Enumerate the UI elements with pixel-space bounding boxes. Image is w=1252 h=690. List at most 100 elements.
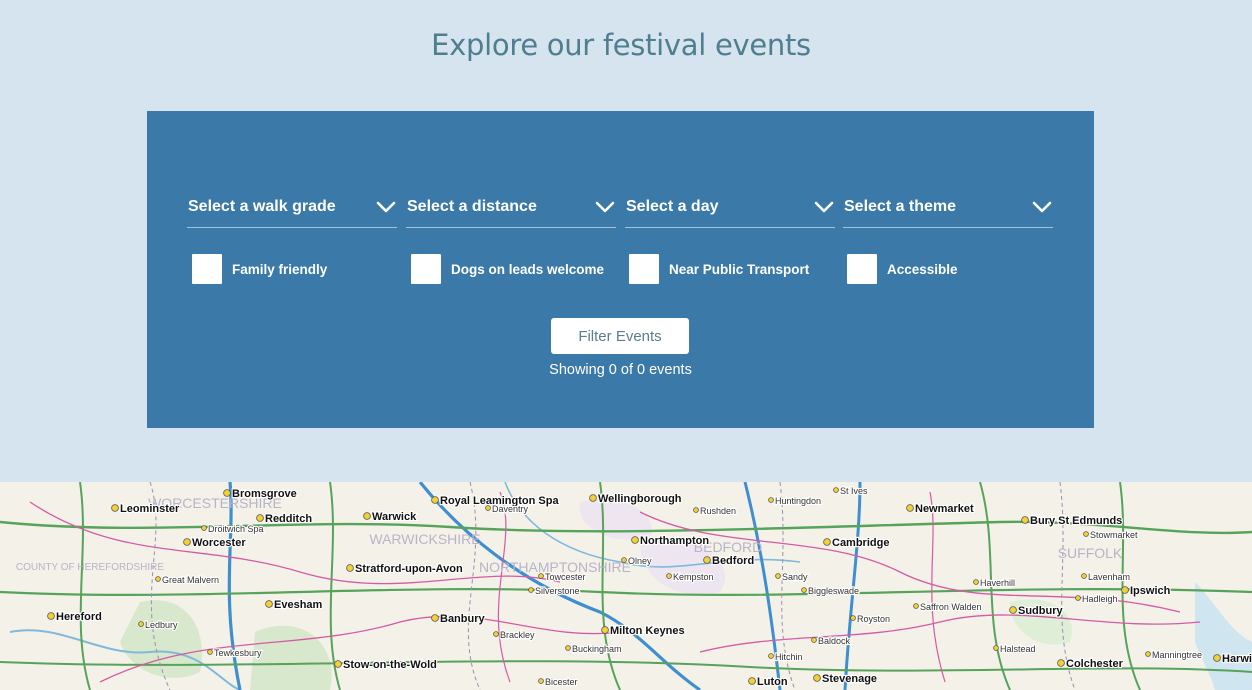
town-dot bbox=[138, 621, 144, 627]
chevron-down-icon bbox=[376, 201, 396, 213]
family-friendly-checkbox[interactable] bbox=[192, 254, 222, 284]
map-place-label: Tewkesbury bbox=[214, 648, 262, 658]
town-dot bbox=[493, 631, 499, 637]
map-place-label: Bicester bbox=[545, 677, 578, 687]
map-place-label: Ipswich bbox=[1130, 585, 1171, 597]
town-dot bbox=[666, 573, 672, 579]
map-place-marker: Biggleswade bbox=[801, 585, 860, 597]
town-dot bbox=[1081, 573, 1087, 579]
map-place-marker: Redditch bbox=[256, 512, 313, 526]
results-count: Showing 0 of 0 events bbox=[549, 362, 692, 378]
map-place-label: Brackley bbox=[500, 630, 535, 640]
town-dot bbox=[1021, 516, 1029, 524]
map-place-marker: Leominster bbox=[111, 502, 181, 516]
chevron-down-icon bbox=[595, 201, 615, 213]
town-dot bbox=[601, 626, 609, 634]
map-place-label: Colchester bbox=[1066, 658, 1124, 670]
town-dot bbox=[1121, 586, 1129, 594]
town-dot bbox=[256, 514, 264, 522]
chevron-down-icon bbox=[1032, 201, 1052, 213]
town-dot bbox=[565, 645, 571, 651]
theme-select[interactable]: Select a theme bbox=[843, 197, 1053, 228]
map-place-marker: Bury St Edmunds bbox=[1021, 514, 1123, 528]
distance-select-label: Select a distance bbox=[407, 198, 537, 215]
events-map[interactable]: WORCESTERSHIRE WARWICKSHIRE NORTHAMPTONSHI… bbox=[0, 482, 1252, 690]
map-place-label: Manningtree bbox=[1152, 650, 1202, 660]
map-place-label: Bedford bbox=[712, 555, 754, 567]
map-place-label: Stevenage bbox=[822, 673, 877, 685]
map-place-marker: Hereford bbox=[47, 610, 103, 624]
map-place-marker: Bicester bbox=[538, 676, 579, 688]
map-place-marker: Stratford-upon-Avon bbox=[346, 562, 464, 576]
public-transport-checkbox[interactable] bbox=[629, 254, 659, 284]
town-dot bbox=[111, 504, 119, 512]
accessible-option[interactable]: Accessible bbox=[847, 254, 958, 284]
town-dot bbox=[223, 489, 231, 497]
map-place-marker: Silverstone bbox=[528, 585, 581, 597]
map-place-marker: Stevenage bbox=[813, 672, 878, 686]
map-region-label: SUFFOLK bbox=[1058, 545, 1123, 561]
map-region-label: WARWICKSHIRE bbox=[369, 531, 480, 547]
theme-select-label: Select a theme bbox=[844, 198, 957, 215]
map-place-label: Stow-on-the-Wold bbox=[343, 659, 437, 671]
map-place-label: Halstead bbox=[1000, 644, 1036, 654]
map-place-label: Wellingborough bbox=[598, 493, 682, 505]
map-place-label: Stowmarket bbox=[1090, 530, 1138, 540]
map-place-label: Kempston bbox=[673, 572, 714, 582]
map-place-marker: Huntingdon bbox=[768, 495, 822, 507]
town-dot bbox=[1075, 595, 1081, 601]
town-dot bbox=[1145, 651, 1151, 657]
map-place-marker: Ledbury bbox=[138, 619, 179, 631]
map-place-label: Saffron Walden bbox=[920, 602, 982, 612]
map-canvas[interactable]: WORCESTERSHIREWARWICKSHIRENORTHAMPTONSHI… bbox=[0, 482, 1252, 690]
map-place-label: Biggleswade bbox=[808, 586, 859, 596]
filter-events-button[interactable]: Filter Events bbox=[551, 318, 689, 354]
public-transport-option[interactable]: Near Public Transport bbox=[629, 254, 809, 284]
accessible-checkbox[interactable] bbox=[847, 254, 877, 284]
map-place-label: Newmarket bbox=[915, 503, 974, 515]
town-dot bbox=[993, 645, 999, 651]
town-dot bbox=[47, 612, 55, 620]
town-dot bbox=[801, 587, 807, 593]
map-place-marker: Daventry bbox=[485, 503, 530, 515]
town-dot bbox=[201, 525, 207, 531]
map-place-label: St Ives bbox=[840, 486, 868, 496]
map-place-label: Daventry bbox=[492, 504, 529, 514]
walk-grade-select[interactable]: Select a walk grade bbox=[187, 197, 397, 228]
map-place-label: Cambridge bbox=[832, 537, 889, 549]
distance-select[interactable]: Select a distance bbox=[406, 197, 616, 228]
chevron-down-icon bbox=[814, 201, 834, 213]
filter-panel: Select a walk grade Select a distance Se… bbox=[147, 111, 1094, 428]
map-place-marker: Warwick bbox=[363, 510, 418, 524]
family-friendly-option[interactable]: Family friendly bbox=[192, 254, 327, 284]
town-dot bbox=[1083, 531, 1089, 537]
map-place-label: Rushden bbox=[700, 506, 736, 516]
map-place-marker: Evesham bbox=[265, 598, 324, 612]
town-dot bbox=[538, 678, 544, 684]
town-dot bbox=[1009, 606, 1017, 614]
map-place-label: Baldock bbox=[818, 636, 851, 646]
town-dot bbox=[528, 587, 534, 593]
map-place-marker: Great Malvern bbox=[155, 574, 220, 586]
town-dot bbox=[1057, 659, 1065, 667]
town-dot bbox=[155, 576, 161, 582]
map-place-marker: Bromsgrove bbox=[223, 487, 298, 501]
map-place-marker: Colchester bbox=[1057, 657, 1125, 671]
accessible-label: Accessible bbox=[887, 261, 958, 277]
town-dot bbox=[431, 614, 439, 622]
day-select[interactable]: Select a day bbox=[625, 197, 835, 228]
map-place-label: Buckingham bbox=[572, 644, 622, 654]
dogs-on-leads-option[interactable]: Dogs on leads welcome bbox=[411, 254, 604, 284]
town-dot bbox=[748, 677, 756, 685]
map-place-label: Bury St Edmunds bbox=[1030, 515, 1122, 527]
town-dot bbox=[363, 512, 371, 520]
map-place-label: Evesham bbox=[274, 599, 323, 611]
map-place-marker: Rushden bbox=[693, 505, 737, 517]
town-dot bbox=[973, 579, 979, 585]
map-place-label: Sudbury bbox=[1018, 605, 1063, 617]
dogs-on-leads-checkbox[interactable] bbox=[411, 254, 441, 284]
map-place-marker: Northampton bbox=[631, 534, 710, 548]
map-place-marker: Halstead bbox=[993, 643, 1037, 655]
map-place-label: Bromsgrove bbox=[232, 488, 297, 500]
page-title: Explore our festival events bbox=[431, 28, 811, 62]
